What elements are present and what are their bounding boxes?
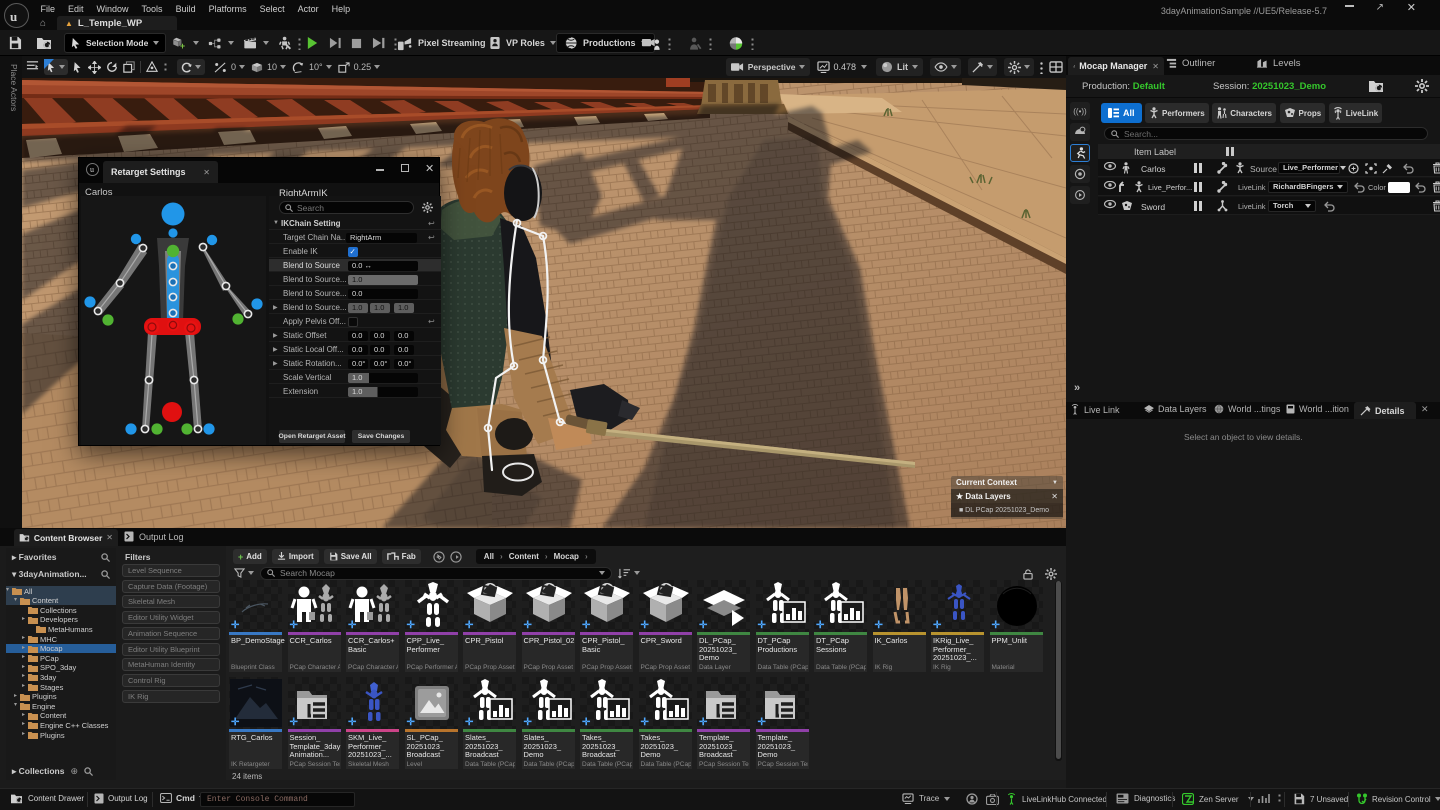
svg-text:+: + <box>180 41 185 51</box>
